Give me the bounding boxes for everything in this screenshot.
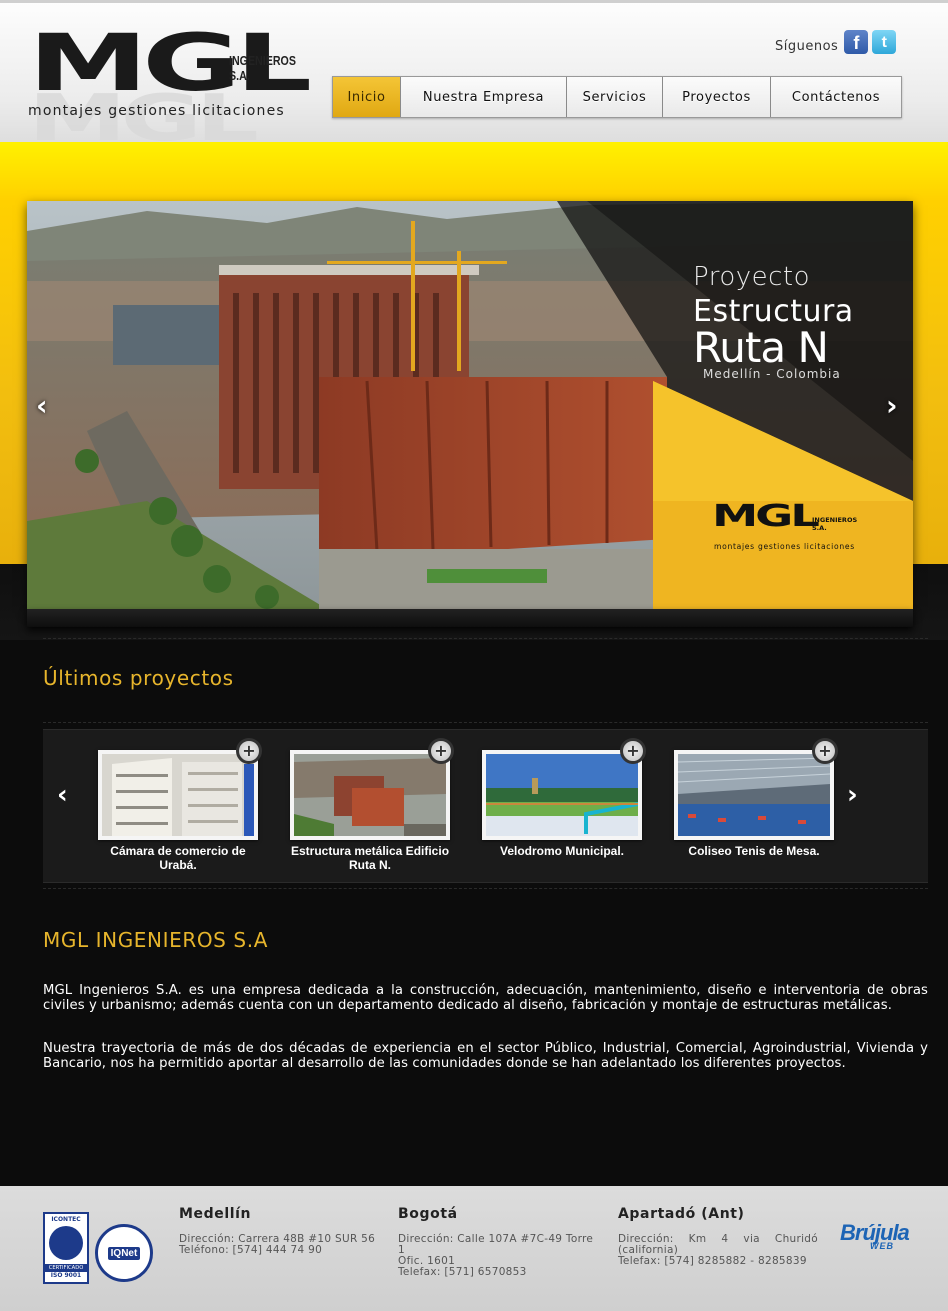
about-paragraph: Nuestra trayectoria de más de dos década… [43, 1041, 928, 1071]
icontec-logo-icon [49, 1226, 83, 1260]
cert-iso: ISO 9001 [50, 1272, 82, 1279]
project-image [486, 754, 638, 836]
twitter-icon[interactable]: t [872, 29, 897, 54]
cert-label: CERTIFICADO [45, 1264, 87, 1272]
project-image [678, 754, 830, 836]
project-card[interactable]: + Coliseo Tenis de Mesa. [674, 738, 838, 858]
slider-base [27, 609, 913, 627]
office-phone: Teléfono: [574] 444 74 90 [179, 1244, 323, 1256]
slide-logo-tagline: montajes gestiones licitaciones [714, 542, 855, 551]
slide-logo: MGL INGENIEROS S.A. montajes gestiones l… [712, 502, 862, 556]
slide-caption-line3: Ruta N [693, 323, 829, 372]
facebook-icon[interactable]: f [844, 29, 869, 54]
about-heading: MGL INGENIEROS S.A [43, 928, 268, 952]
nav-item-proyectos[interactable]: Proyectos [663, 77, 771, 117]
office-name: Medellín [179, 1206, 252, 1222]
project-card[interactable]: + Cámara de comercio de Urabá. [98, 738, 262, 872]
expand-plus-icon[interactable]: + [812, 738, 838, 764]
logo-company: INGENIEROS S.A. [229, 53, 296, 83]
expand-plus-icon[interactable]: + [620, 738, 646, 764]
office-bogota: Bogotá Dirección: Calle 107A #7C-49 Torr… [398, 1206, 598, 1278]
social-label: Síguenos [775, 39, 839, 54]
slider-prev-arrow[interactable]: ‹ [36, 392, 48, 420]
cert-top-label: ICONTEC [51, 1216, 81, 1223]
iqnet-certificate-badge: IQNet [95, 1224, 153, 1282]
project-image [102, 754, 254, 836]
project-caption[interactable]: Coliseo Tenis de Mesa. [674, 844, 834, 858]
project-thumbnail[interactable] [482, 750, 642, 840]
office-phone: Telefax: [571] 6570853 [398, 1266, 527, 1278]
social-links: Síguenos f t [775, 29, 897, 54]
project-caption[interactable]: Estructura metálica Edificio Ruta N. [290, 844, 450, 872]
main-nav: Inicio Nuestra Empresa Servicios Proyect… [332, 76, 902, 118]
projects-carousel: ‹ › + Cámara de comercio de Urabá. + Est… [43, 729, 928, 883]
slider-next-arrow[interactable]: › [886, 392, 898, 420]
project-image [294, 754, 446, 836]
carousel-prev-arrow[interactable]: ‹ [57, 780, 68, 810]
expand-plus-icon[interactable]: + [428, 738, 454, 764]
project-thumbnail[interactable] [98, 750, 258, 840]
nav-item-inicio[interactable]: Inicio [333, 77, 401, 117]
slide-caption-line1: Proyecto [693, 262, 811, 292]
office-address: Dirección: Calle 107A #7C-49 Torre 1 [398, 1233, 594, 1256]
project-caption[interactable]: Velodromo Municipal. [482, 844, 642, 858]
nav-item-servicios[interactable]: Servicios [567, 77, 663, 117]
office-apartado: Apartadó (Ant) Dirección: Km 4 via Churi… [618, 1206, 818, 1267]
nav-item-contactenos[interactable]: Contáctenos [771, 77, 901, 117]
divider [43, 638, 928, 639]
office-name: Apartadó (Ant) [618, 1206, 745, 1222]
icontec-certificate-badge: ICONTEC CERTIFICADO ISO 9001 [43, 1212, 89, 1284]
slide-caption-location: Medellín - Colombia [703, 367, 841, 381]
slide-logo-company: INGENIEROS S.A. [812, 516, 858, 532]
projects-heading: Últimos proyectos [43, 666, 234, 690]
site-footer: ICONTEC CERTIFICADO ISO 9001 IQNet Medel… [0, 1186, 948, 1311]
slide-caption: Proyecto Estructura Ruta N Medellín - Co… [693, 262, 854, 381]
office-phone: Telefax: [574] 8285882 - 8285839 [618, 1255, 807, 1267]
expand-plus-icon[interactable]: + [236, 738, 262, 764]
logo-tagline: montajes gestiones licitaciones [28, 103, 285, 119]
divider [43, 888, 928, 889]
brujula-web-logo[interactable]: Brújula WEB [840, 1220, 910, 1251]
carousel-next-arrow[interactable]: › [847, 780, 858, 810]
project-thumbnail[interactable] [674, 750, 834, 840]
project-card[interactable]: + Estructura metálica Edificio Ruta N. [290, 738, 454, 872]
office-medellin: Medellín Dirección: Carrera 48B #10 SUR … [179, 1206, 379, 1256]
project-card[interactable]: + Velodromo Municipal. [482, 738, 646, 858]
about-paragraph: MGL Ingenieros S.A. es una empresa dedic… [43, 983, 928, 1013]
project-thumbnail[interactable] [290, 750, 450, 840]
project-caption[interactable]: Cámara de comercio de Urabá. [98, 844, 258, 872]
site-header: MGL MGL INGENIEROS S.A. montajes gestion… [0, 0, 948, 151]
nav-item-nuestra-empresa[interactable]: Nuestra Empresa [401, 77, 567, 117]
iqnet-label: IQNet [107, 1246, 141, 1260]
divider [43, 722, 928, 723]
office-name: Bogotá [398, 1206, 458, 1222]
site-logo[interactable]: MGL MGL INGENIEROS S.A. montajes gestion… [28, 25, 318, 151]
